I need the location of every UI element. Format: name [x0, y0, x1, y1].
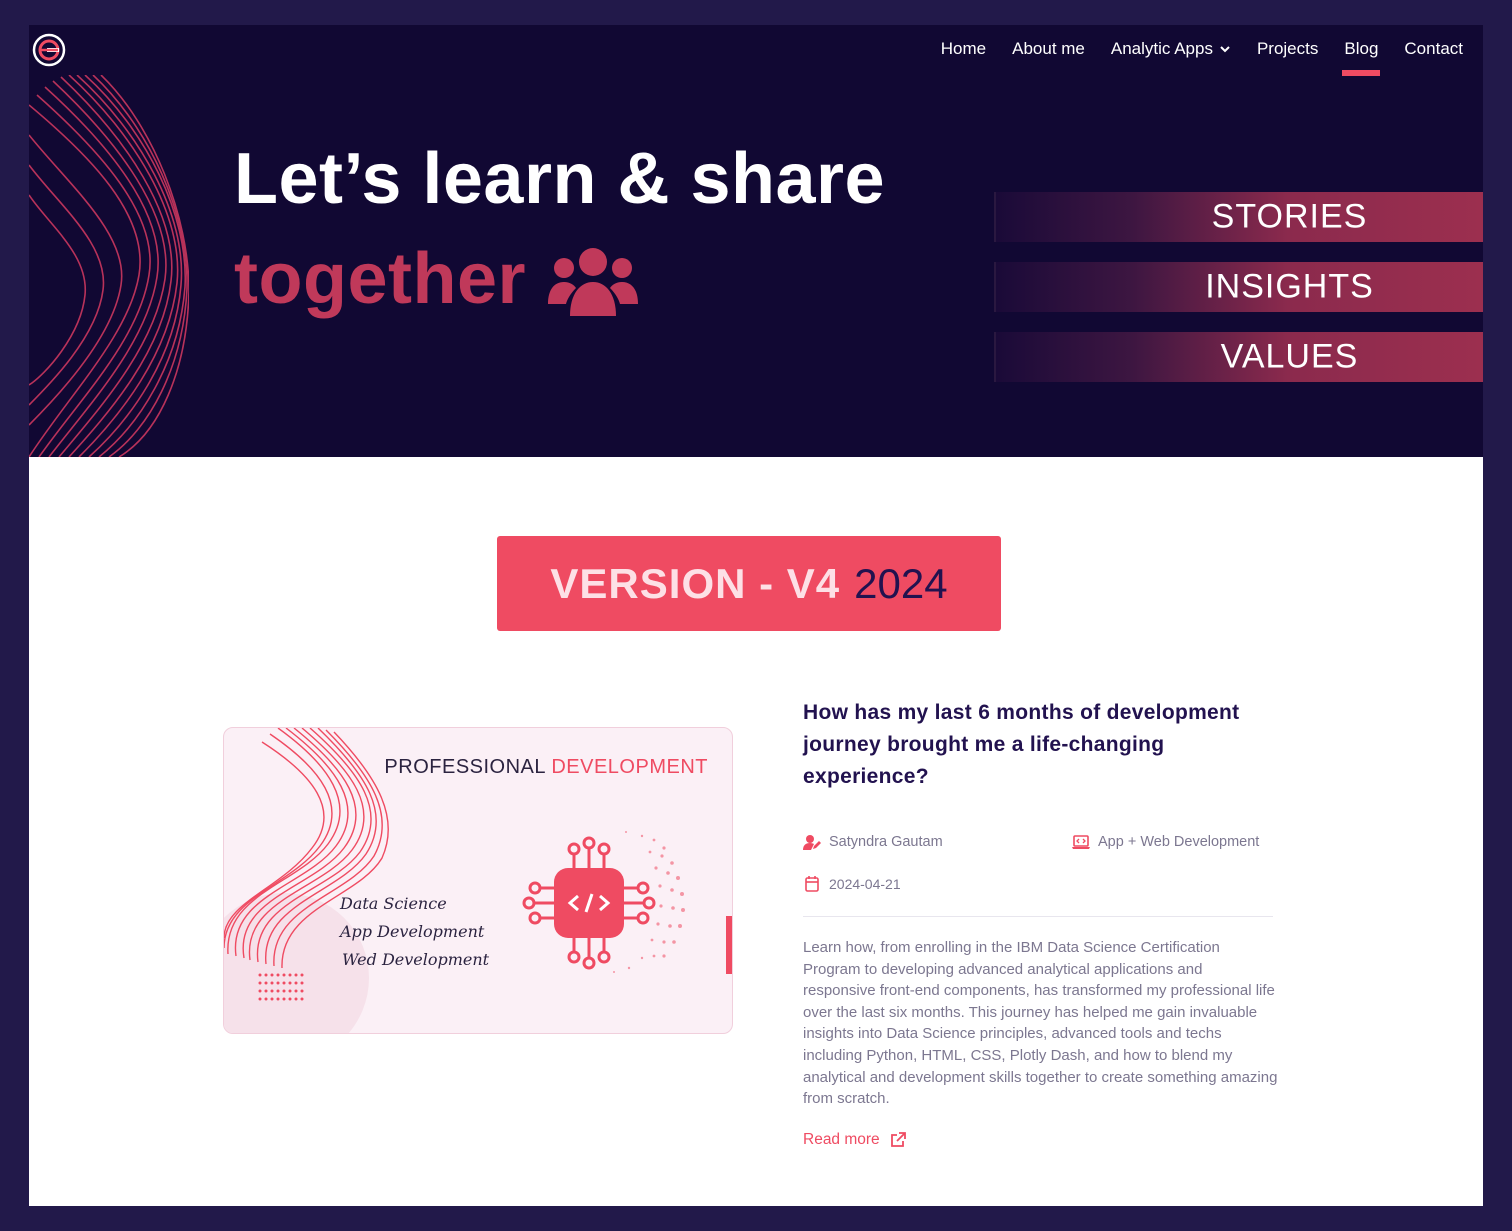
- nav-contact[interactable]: Contact: [1404, 39, 1463, 59]
- post-title[interactable]: How has my last 6 months of development …: [803, 697, 1283, 793]
- tag-insights-label: INSIGHTS: [1205, 267, 1374, 306]
- post-excerpt: Learn how, from enrolling in the IBM Dat…: [803, 939, 1278, 1108]
- nav-analytic-apps-label: Analytic Apps: [1110, 39, 1213, 58]
- post-category-name: App + Web Development: [1098, 834, 1260, 850]
- version-year: 2024: [854, 559, 948, 607]
- users-group-icon: [548, 248, 638, 316]
- thumbnail-title: PROFESSIONAL DEVELOPMENT: [384, 756, 708, 779]
- thumbnail-skill: App Development: [340, 922, 485, 941]
- thumbnail-skill: Data Science: [340, 894, 447, 913]
- version-badge: VERSION - V4 2024: [497, 536, 1001, 631]
- calendar-icon: [805, 876, 819, 892]
- read-more-label: Read more: [803, 1131, 880, 1148]
- tag-insights: INSIGHTS: [994, 262, 1483, 312]
- tag-stories-label: STORIES: [1211, 197, 1368, 236]
- nav-contact-label: Contact: [1404, 39, 1463, 58]
- tag-values: VALUES: [994, 332, 1483, 382]
- chevron-down-icon: [1220, 46, 1230, 53]
- external-link-icon: [890, 1132, 906, 1147]
- main-nav: Home About me Analytic Apps Projects Blo…: [941, 39, 1463, 76]
- nav-about[interactable]: About me: [1012, 39, 1085, 59]
- author-icon: [803, 835, 821, 850]
- circuit-code-icon: [522, 831, 685, 973]
- thumbnail-skill: Wed Development: [342, 950, 490, 969]
- thumbnail-accent-bar: [726, 916, 732, 974]
- read-more-link[interactable]: Read more: [803, 1131, 906, 1149]
- tag-values-label: VALUES: [1220, 337, 1359, 376]
- laptop-code-icon: [1072, 835, 1090, 849]
- nav-about-label: About me: [1012, 39, 1085, 58]
- page-frame: Home About me Analytic Apps Projects Blo…: [29, 25, 1483, 1206]
- hero-section: Home About me Analytic Apps Projects Blo…: [29, 25, 1483, 457]
- hero-tags: STORIES INSIGHTS VALUES: [994, 192, 1483, 402]
- tag-stories: STORIES: [994, 192, 1483, 242]
- post-category: App + Web Development: [1072, 834, 1259, 850]
- nav-blog-label: Blog: [1344, 39, 1379, 58]
- nav-home[interactable]: Home: [941, 39, 986, 59]
- nav-blog[interactable]: Blog: [1342, 39, 1381, 76]
- thumbnail-skills: Data Science App Development Wed Develop…: [340, 890, 489, 974]
- post-date: 2024-04-21: [803, 876, 901, 892]
- nav-projects[interactable]: Projects: [1257, 39, 1318, 59]
- nav-projects-label: Projects: [1256, 39, 1319, 58]
- hero-headline-line-2: together: [234, 238, 638, 320]
- thumbnail-title-part-1: PROFESSIONAL: [384, 756, 546, 778]
- post-thumbnail[interactable]: PROFESSIONAL DEVELOPMENT Data Science Ap…: [223, 727, 733, 1034]
- post-author: Satyndra Gautam: [803, 834, 943, 850]
- divider: [803, 916, 1273, 917]
- thumbnail-title-part-2: DEVELOPMENT: [551, 756, 708, 778]
- hero-headline-together: together: [234, 239, 526, 319]
- decorative-waves: [29, 75, 189, 457]
- hero-headline-line-1: Let’s learn & share: [234, 139, 886, 219]
- version-label: VERSION - V4: [550, 559, 841, 607]
- post-author-name: Satyndra Gautam: [829, 834, 943, 850]
- logo-icon[interactable]: [32, 33, 66, 67]
- post-date-value: 2024-04-21: [829, 876, 901, 892]
- nav-analytic-apps[interactable]: Analytic Apps: [1111, 39, 1231, 59]
- nav-home-label: Home: [940, 39, 987, 58]
